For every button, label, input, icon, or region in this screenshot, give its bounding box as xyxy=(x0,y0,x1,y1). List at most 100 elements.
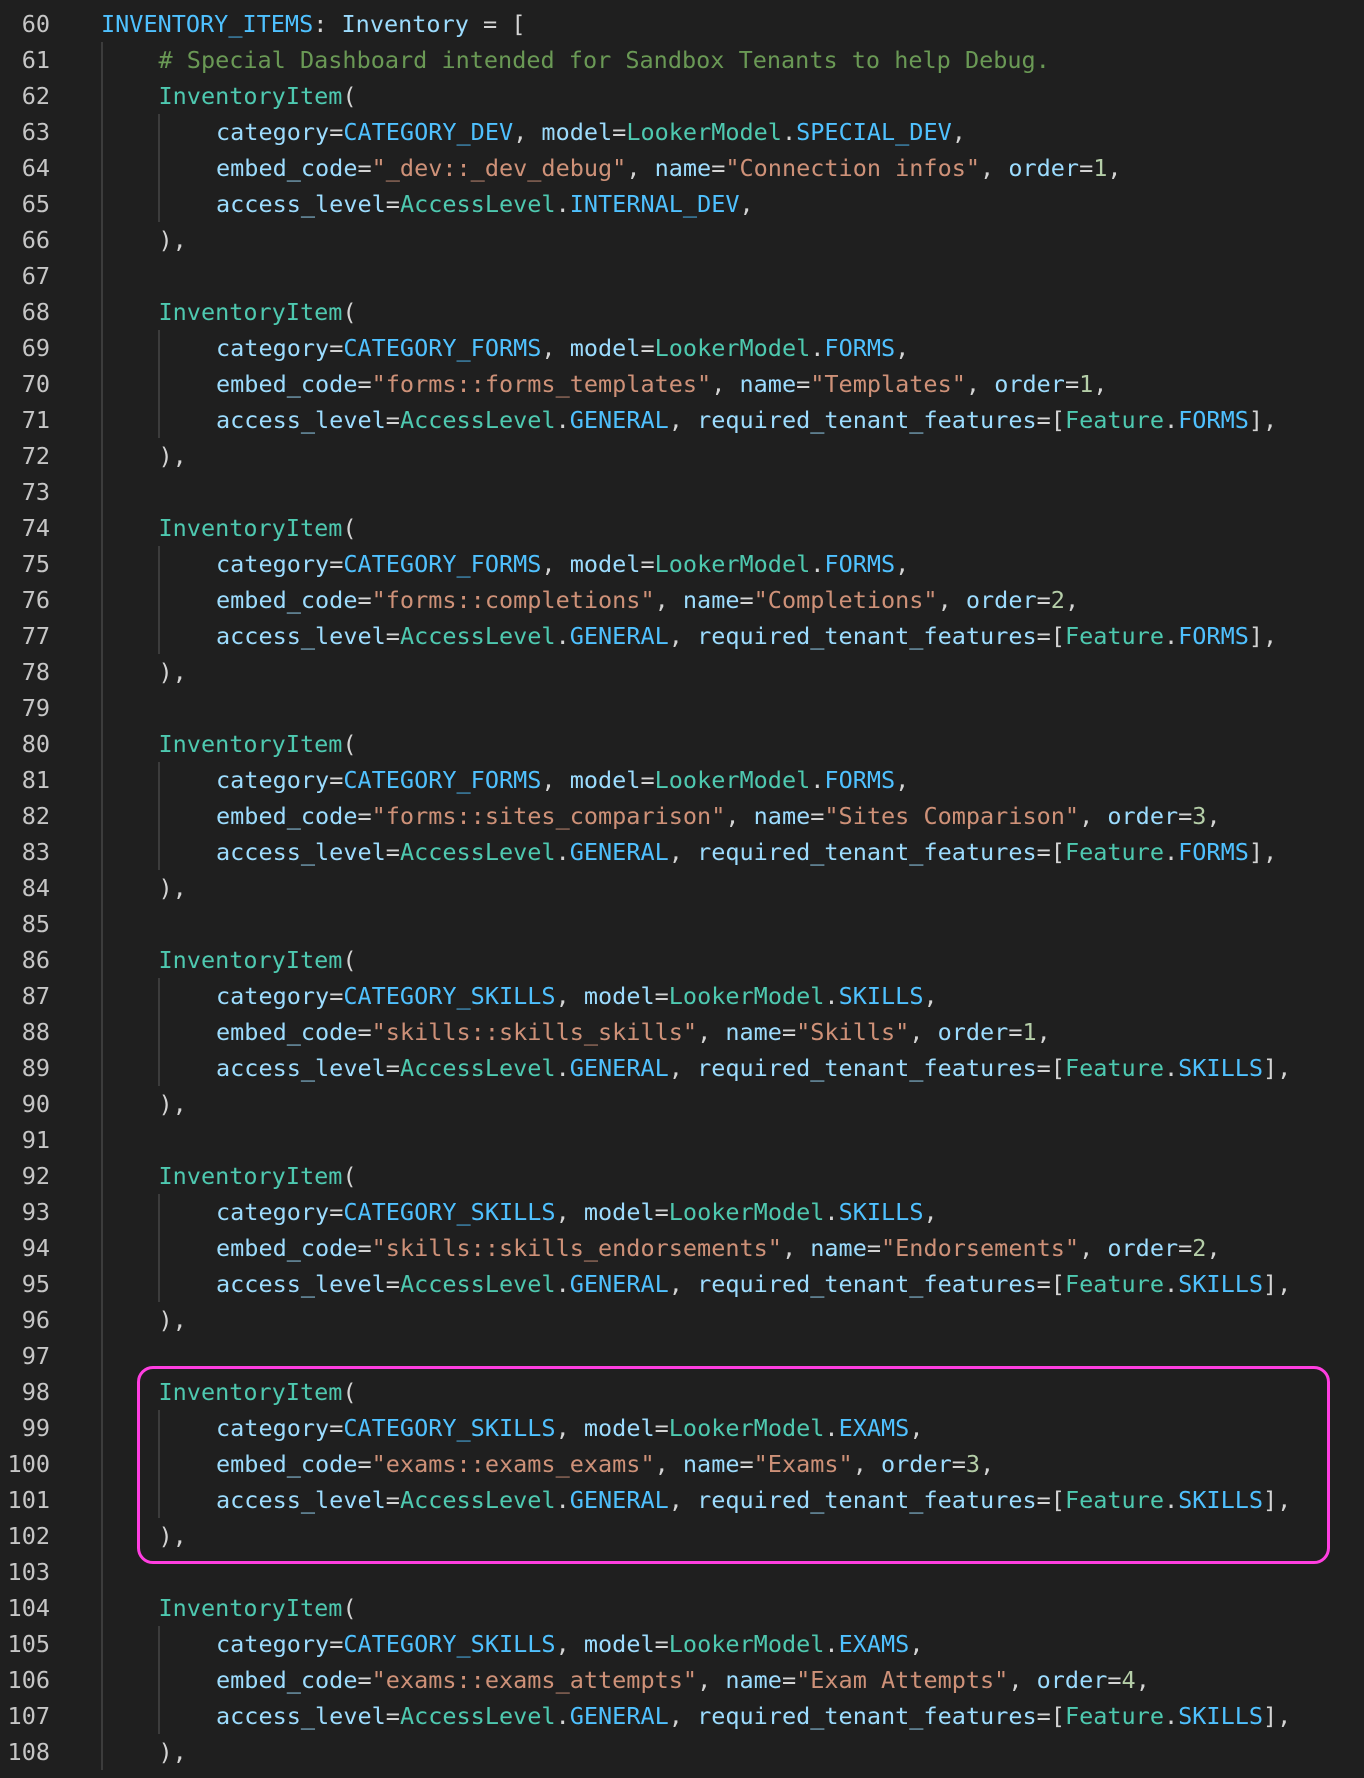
parameter-token: embed_code xyxy=(216,1018,358,1046)
code-line[interactable]: 63 category=CATEGORY_DEV, model=LookerMod… xyxy=(0,114,1364,150)
punctuation-token: ], xyxy=(1248,622,1278,650)
operator-token: = xyxy=(385,406,400,434)
code-line[interactable]: 88 embed_code="skills::skills_skills", na… xyxy=(0,1014,1364,1050)
punctuation-token: , xyxy=(852,1450,881,1478)
code-line[interactable]: 85 xyxy=(0,906,1364,942)
punctuation-token: ( xyxy=(342,1162,357,1190)
punctuation-token: , xyxy=(1079,1234,1108,1262)
class-token: Feature xyxy=(1064,838,1164,866)
string-token: "Connection infos" xyxy=(725,154,981,182)
code-line[interactable]: 100 embed_code="exams::exams_exams", name… xyxy=(0,1446,1364,1482)
code-line[interactable]: 92 InventoryItem( xyxy=(0,1158,1364,1194)
code-text: ), xyxy=(159,1734,187,1770)
code-line[interactable]: 65 access_level=AccessLevel.INTERNAL_DEV, xyxy=(0,186,1364,222)
code-line[interactable]: 97 xyxy=(0,1338,1364,1374)
code-line[interactable]: 74 InventoryItem( xyxy=(0,510,1364,546)
identifier-token: CATEGORY_DEV xyxy=(343,118,514,146)
code-line[interactable]: 79 xyxy=(0,690,1364,726)
code-line[interactable]: 64 embed_code="_dev::_dev_debug", name="C… xyxy=(0,150,1364,186)
code-line[interactable]: 62 InventoryItem( xyxy=(0,78,1364,114)
parameter-token: order xyxy=(1107,1234,1179,1262)
code-line[interactable]: 71 access_level=AccessLevel.GENERAL, requ… xyxy=(0,402,1364,438)
punctuation-token: ( xyxy=(342,514,357,542)
comment-token: # Special Dashboard intended for Sandbox… xyxy=(158,46,1050,74)
operator-token: = xyxy=(329,766,344,794)
parameter-token: model xyxy=(583,982,655,1010)
code-line[interactable]: 72), xyxy=(0,438,1364,474)
code-line[interactable]: 89 access_level=AccessLevel.GENERAL, requ… xyxy=(0,1050,1364,1086)
operator-token: =[ xyxy=(1036,1054,1065,1082)
code-editor[interactable]: 60 INVENTORY_ITEMS: Inventory = [61 # Spec… xyxy=(0,0,1364,1778)
code-line[interactable]: 84), xyxy=(0,870,1364,906)
punctuation-token: , xyxy=(668,1270,698,1298)
punctuation-token: ( xyxy=(342,730,357,758)
code-line[interactable]: 76 embed_code="forms::completions", name=… xyxy=(0,582,1364,618)
line-number: 96 xyxy=(21,1306,50,1334)
code-line[interactable]: 108), xyxy=(0,1734,1364,1770)
line-number: 98 xyxy=(21,1378,50,1406)
parameter-token: model xyxy=(583,1198,655,1226)
code-line[interactable]: 102), xyxy=(0,1518,1364,1554)
punctuation-token: . xyxy=(1163,406,1179,434)
code-line[interactable]: 101 access_level=AccessLevel.GENERAL, req… xyxy=(0,1482,1364,1518)
identifier-token: CATEGORY_FORMS xyxy=(343,334,542,362)
punctuation-token: , xyxy=(1036,1018,1051,1046)
operator-token: = xyxy=(1036,586,1051,614)
line-number: 68 xyxy=(21,298,50,326)
identifier-token: INTERNAL_DEV xyxy=(569,190,740,218)
line-number: 106 xyxy=(7,1666,50,1694)
code-line[interactable]: 106 embed_code="exams::exams_attempts", n… xyxy=(0,1662,1364,1698)
code-line[interactable]: 95 access_level=AccessLevel.GENERAL, requ… xyxy=(0,1266,1364,1302)
punctuation-token: , xyxy=(781,1234,811,1262)
code-line[interactable]: 66), xyxy=(0,222,1364,258)
indent-guide xyxy=(101,474,103,510)
class-token: Feature xyxy=(1064,1054,1164,1082)
code-line[interactable]: 75 category=CATEGORY_FORMS, model=LookerM… xyxy=(0,546,1364,582)
class-token: AccessLevel xyxy=(399,406,556,434)
parameter-token: embed_code xyxy=(216,154,358,182)
code-line[interactable]: 90), xyxy=(0,1086,1364,1122)
code-line[interactable]: 93 category=CATEGORY_SKILLS, model=Looker… xyxy=(0,1194,1364,1230)
code-line[interactable]: 68 InventoryItem( xyxy=(0,294,1364,330)
code-line[interactable]: 98 InventoryItem( xyxy=(0,1374,1364,1410)
code-line[interactable]: 104 InventoryItem( xyxy=(0,1590,1364,1626)
line-number: 66 xyxy=(21,226,50,254)
indent-guide xyxy=(101,438,103,474)
code-line[interactable]: 80 InventoryItem( xyxy=(0,726,1364,762)
code-line[interactable]: 83 access_level=AccessLevel.GENERAL, requ… xyxy=(0,834,1364,870)
indent-guide xyxy=(158,1230,160,1266)
punctuation-token: ), xyxy=(158,1738,187,1766)
punctuation-token: . xyxy=(555,1054,570,1082)
code-line[interactable]: 70 embed_code="forms::forms_templates", n… xyxy=(0,366,1364,402)
indent-guide xyxy=(101,114,103,150)
code-line[interactable]: 82 embed_code="forms::sites_comparison", … xyxy=(0,798,1364,834)
code-line[interactable]: 105 category=CATEGORY_SKILLS, model=Looke… xyxy=(0,1626,1364,1662)
punctuation-token: . xyxy=(810,334,825,362)
code-line[interactable]: 94 embed_code="skills::skills_endorsement… xyxy=(0,1230,1364,1266)
operator-token: : xyxy=(313,10,342,38)
parameter-token: required_tenant_features xyxy=(697,406,1037,434)
code-text: embed_code="exams::exams_exams", name="E… xyxy=(216,1446,994,1482)
indent-guide xyxy=(158,114,160,150)
line-number: 63 xyxy=(21,118,50,146)
punctuation-token: . xyxy=(1163,622,1179,650)
code-line[interactable]: 96), xyxy=(0,1302,1364,1338)
punctuation-token: ( xyxy=(342,82,357,110)
code-line[interactable]: 81 category=CATEGORY_FORMS, model=LookerM… xyxy=(0,762,1364,798)
code-line[interactable]: 103 xyxy=(0,1554,1364,1590)
code-line[interactable]: 91 xyxy=(0,1122,1364,1158)
code-line[interactable]: 67 xyxy=(0,258,1364,294)
code-line[interactable]: 61 # Special Dashboard intended for Sandb… xyxy=(0,42,1364,78)
code-line[interactable]: 60 INVENTORY_ITEMS: Inventory = [ xyxy=(0,6,1364,42)
operator-token: = xyxy=(357,1666,372,1694)
code-line[interactable]: 107 access_level=AccessLevel.GENERAL, req… xyxy=(0,1698,1364,1734)
code-line[interactable]: 87 category=CATEGORY_SKILLS, model=Looker… xyxy=(0,978,1364,1014)
code-line[interactable]: 86 InventoryItem( xyxy=(0,942,1364,978)
code-line[interactable]: 73 xyxy=(0,474,1364,510)
code-line[interactable]: 78), xyxy=(0,654,1364,690)
class-token: LookerModel xyxy=(668,982,825,1010)
code-text: category=CATEGORY_SKILLS, model=LookerMo… xyxy=(216,1410,923,1446)
code-line[interactable]: 99 category=CATEGORY_SKILLS, model=Looker… xyxy=(0,1410,1364,1446)
code-line[interactable]: 77 access_level=AccessLevel.GENERAL, requ… xyxy=(0,618,1364,654)
code-line[interactable]: 69 category=CATEGORY_FORMS, model=LookerM… xyxy=(0,330,1364,366)
